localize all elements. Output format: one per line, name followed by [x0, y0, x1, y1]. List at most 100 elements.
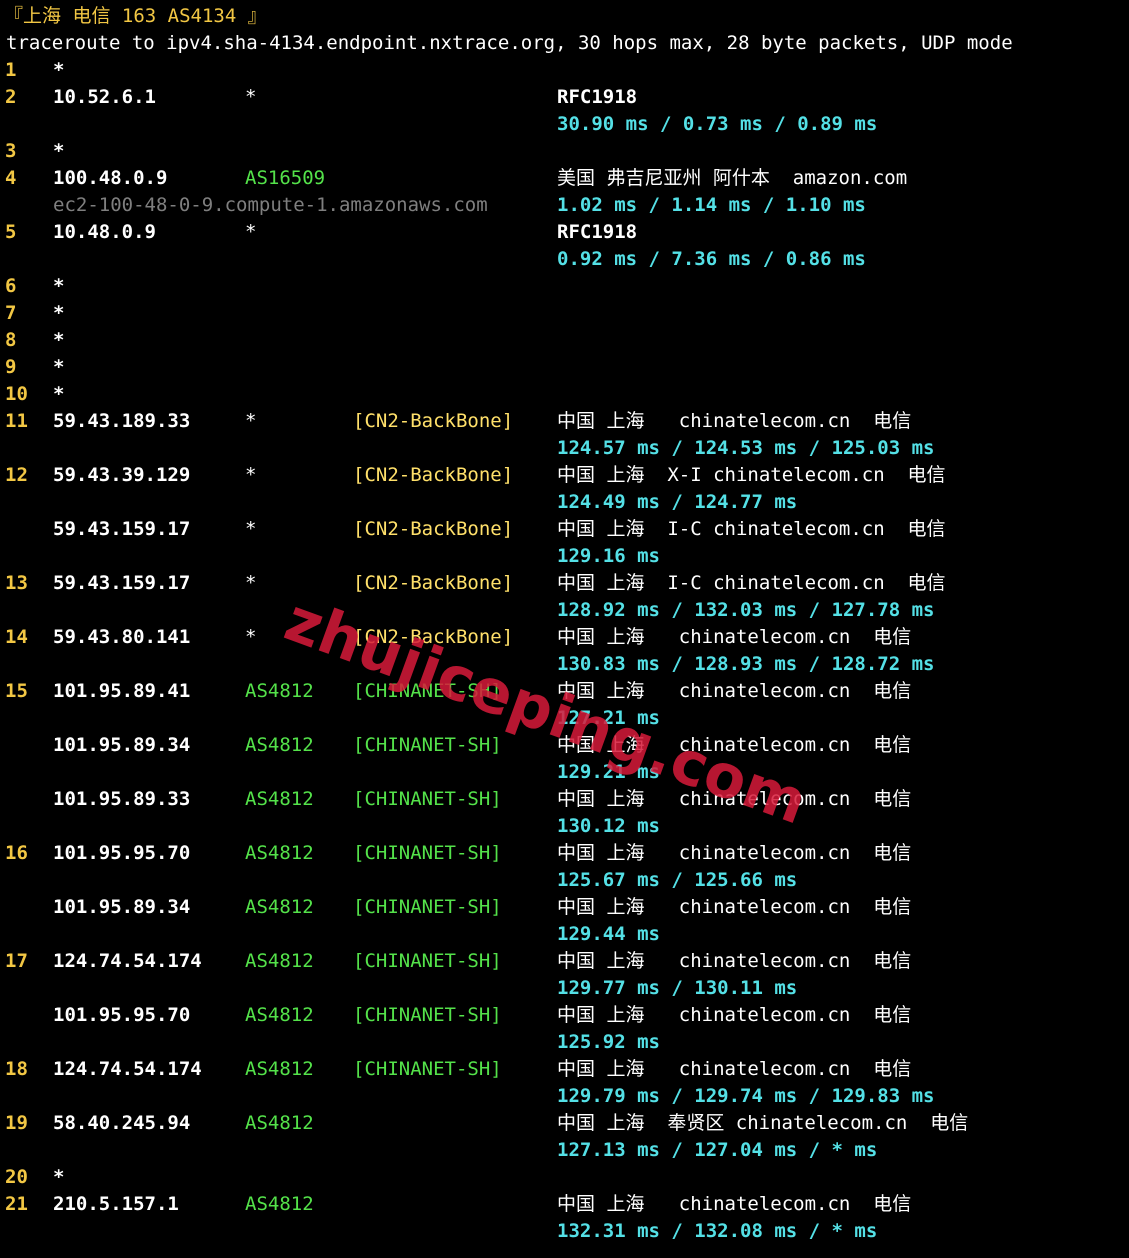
line-segment: * [53, 59, 65, 81]
line-segment: 10 [5, 383, 28, 405]
line-segment: AS4812 [245, 734, 314, 756]
line-segment: 中国 上海 chinatelecom.cn 电信 [557, 1004, 912, 1026]
line-segment: 132.31 ms / 132.08 ms / * ms [557, 1220, 878, 1242]
line-segment: 1.02 ms / 1.14 ms / 1.10 ms [557, 194, 866, 216]
line-segment: 1 [5, 59, 17, 81]
line-segment: 125.67 ms / 125.66 ms [557, 869, 798, 891]
line-segment: [CHINANET-SH] [353, 680, 502, 702]
line-segment: * [53, 383, 65, 405]
line-segment: 10.52.6.1 [53, 86, 156, 108]
line-segment: * [53, 1166, 65, 1188]
line-segment: 中国 上海 chinatelecom.cn 电信 [557, 842, 912, 864]
line-segment: [CHINANET-SH] [353, 950, 502, 972]
line-segment: [CHINANET-SH] [353, 842, 502, 864]
line-segment: 19 [5, 1112, 28, 1134]
line-segment: 59.43.39.129 [53, 464, 191, 486]
line-segment: * [245, 221, 257, 243]
line-segment: 美国 弗吉尼亚州 阿什本 amazon.com [557, 167, 908, 189]
line-segment: AS4812 [245, 1004, 314, 1026]
line-segment: 中国 上海 I-C chinatelecom.cn 电信 [557, 572, 946, 594]
line-segment: 8 [5, 329, 17, 351]
line-segment: 101.95.95.70 [53, 842, 191, 864]
line-segment: AS4812 [245, 788, 314, 810]
line-segment: 128.92 ms / 132.03 ms / 127.78 ms [557, 599, 935, 621]
line-segment: 2 [5, 86, 17, 108]
line-segment: 58.40.245.94 [53, 1112, 191, 1134]
line-segment: [CN2-BackBone] [353, 410, 514, 432]
line-segment: * [245, 464, 257, 486]
line-segment: [CHINANET-SH] [353, 1004, 502, 1026]
line-segment: * [53, 302, 65, 324]
line-segment: 30.90 ms / 0.73 ms / 0.89 ms [557, 113, 878, 135]
line-segment: 0.92 ms / 7.36 ms / 0.86 ms [557, 248, 866, 270]
line-segment: traceroute to ipv4.sha-4134.endpoint.nxt… [6, 32, 1013, 54]
line-segment: 127.21 ms [557, 707, 660, 729]
line-segment: 101.95.89.34 [53, 896, 191, 918]
line-segment: 101.95.89.34 [53, 734, 191, 756]
line-segment: [CHINANET-SH] [353, 734, 502, 756]
line-segment: 15 [5, 680, 28, 702]
line-segment: 129.21 ms [557, 761, 660, 783]
line-segment: 3 [5, 140, 17, 162]
line-segment: 127.13 ms / 127.04 ms / * ms [557, 1139, 878, 1161]
line-segment: [CN2-BackBone] [353, 464, 514, 486]
line-segment: 14 [5, 626, 28, 648]
line-segment: * [53, 275, 65, 297]
line-segment: * [245, 86, 257, 108]
line-segment: 129.77 ms / 130.11 ms [557, 977, 798, 999]
line-segment: 130.12 ms [557, 815, 660, 837]
line-segment: [CHINANET-SH] [353, 788, 502, 810]
line-segment: 11 [5, 410, 28, 432]
line-segment: 中国 上海 chinatelecom.cn 电信 [557, 1193, 912, 1215]
line-segment: 中国 上海 chinatelecom.cn 电信 [557, 734, 912, 756]
line-segment: * [245, 410, 257, 432]
line-segment: AS4812 [245, 842, 314, 864]
line-segment: 中国 上海 chinatelecom.cn 电信 [557, 680, 912, 702]
line-segment: 5 [5, 221, 17, 243]
line-segment: 59.43.159.17 [53, 518, 191, 540]
line-segment: 125.92 ms [557, 1031, 660, 1053]
line-segment: AS4812 [245, 950, 314, 972]
line-segment: 中国 上海 chinatelecom.cn 电信 [557, 950, 912, 972]
line-segment: 129.44 ms [557, 923, 660, 945]
line-segment: [CHINANET-SH] [353, 896, 502, 918]
line-segment: 中国 上海 chinatelecom.cn 电信 [557, 626, 912, 648]
line-segment: 124.74.54.174 [53, 1058, 202, 1080]
line-segment: 21 [5, 1193, 28, 1215]
line-segment: 13 [5, 572, 28, 594]
line-segment: 210.5.157.1 [53, 1193, 179, 1215]
line-segment: 124.57 ms / 124.53 ms / 125.03 ms [557, 437, 935, 459]
line-segment: 101.95.95.70 [53, 1004, 191, 1026]
line-segment: AS4812 [245, 1058, 314, 1080]
line-segment: [CN2-BackBone] [353, 518, 514, 540]
line-segment: 59.43.80.141 [53, 626, 191, 648]
line-segment: 中国 上海 chinatelecom.cn 电信 [557, 788, 912, 810]
line-segment: 17 [5, 950, 28, 972]
line-segment: ec2-100-48-0-9.compute-1.amazonaws.com [53, 194, 488, 216]
line-segment: 59.43.159.17 [53, 572, 191, 594]
line-segment: * [53, 329, 65, 351]
line-segment: 9 [5, 356, 17, 378]
line-segment: AS4812 [245, 1193, 314, 1215]
line-segment: * [245, 626, 257, 648]
line-segment: 101.95.89.41 [53, 680, 191, 702]
line-segment: * [245, 572, 257, 594]
line-segment: 6 [5, 275, 17, 297]
line-segment: [CHINANET-SH] [353, 1058, 502, 1080]
line-segment: AS4812 [245, 896, 314, 918]
line-segment: RFC1918 [557, 86, 638, 108]
line-segment: 12 [5, 464, 28, 486]
line-segment: [CN2-BackBone] [353, 572, 514, 594]
line-segment: 18 [5, 1058, 28, 1080]
line-segment: 130.83 ms / 128.93 ms / 128.72 ms [557, 653, 935, 675]
line-segment: * [53, 356, 65, 378]
line-segment: 20 [5, 1166, 28, 1188]
line-segment: 129.79 ms / 129.74 ms / 129.83 ms [557, 1085, 935, 1107]
line-segment: 中国 上海 chinatelecom.cn 电信 [557, 410, 912, 432]
line-segment: AS16509 [245, 167, 326, 189]
line-segment: 59.43.189.33 [53, 410, 191, 432]
line-segment: 4 [5, 167, 17, 189]
line-segment: * [245, 518, 257, 540]
line-segment: 124.74.54.174 [53, 950, 202, 972]
line-segment: 10.48.0.9 [53, 221, 156, 243]
